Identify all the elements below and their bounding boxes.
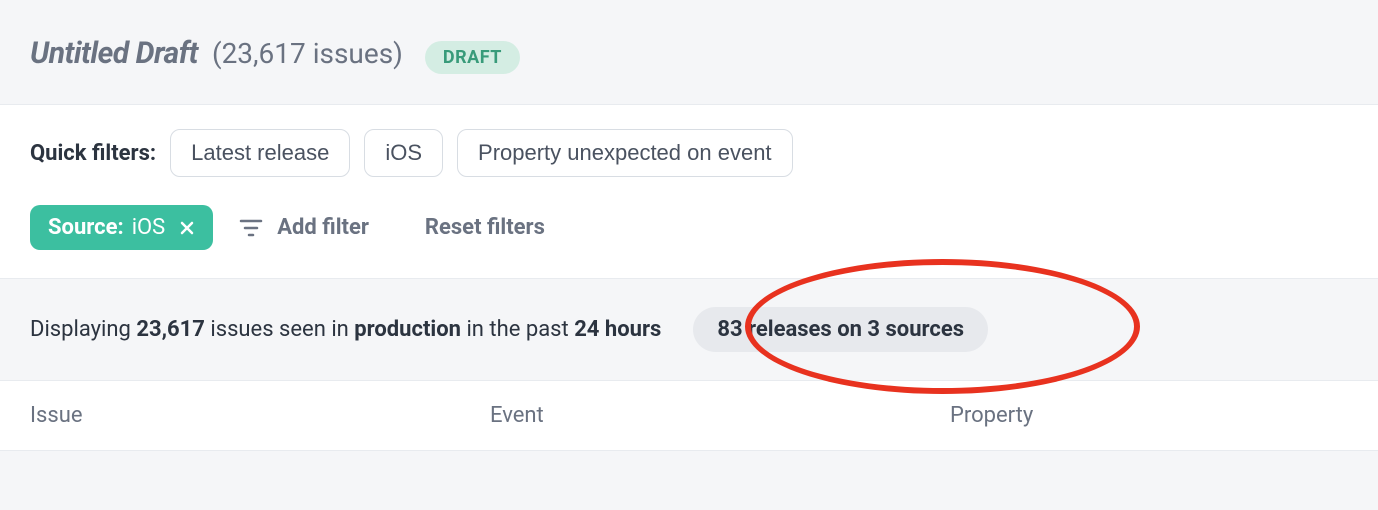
quick-filters-label: Quick filters: xyxy=(30,141,156,166)
active-filter-source[interactable]: Source: iOS xyxy=(30,205,213,250)
issue-count: (23,617 issues) xyxy=(212,37,403,70)
page-header: Untitled Draft (23,617 issues) DRAFT xyxy=(0,0,1378,104)
column-header-issue[interactable]: Issue xyxy=(30,403,490,428)
active-filters-row: Source: iOS Add filter Reset filters xyxy=(30,205,1348,250)
releases-pill[interactable]: 83 releases on 3 sources xyxy=(693,307,988,352)
column-header-event[interactable]: Event xyxy=(490,403,950,428)
summary-period: 24 hours xyxy=(574,317,661,342)
summary-env: production xyxy=(354,317,461,342)
column-header-property[interactable]: Property xyxy=(950,403,1348,428)
active-filter-label: Source: xyxy=(48,215,124,240)
quick-filter-property-unexpected[interactable]: Property unexpected on event xyxy=(457,129,793,177)
page-title: Untitled Draft xyxy=(30,36,198,71)
active-filter-value: iOS xyxy=(132,215,166,240)
draft-badge: DRAFT xyxy=(425,41,520,74)
add-filter-button[interactable]: Add filter xyxy=(239,215,369,240)
close-icon[interactable] xyxy=(179,220,195,236)
filters-panel: Quick filters: Latest release iOS Proper… xyxy=(0,104,1378,279)
summary-count: 23,617 xyxy=(136,317,205,342)
quick-filters-row: Quick filters: Latest release iOS Proper… xyxy=(30,129,1348,177)
summary-bar: Displaying 23,617 issues seen in product… xyxy=(0,279,1378,381)
filter-icon xyxy=(239,217,263,239)
quick-filter-ios[interactable]: iOS xyxy=(364,129,443,177)
summary-text: Displaying 23,617 issues seen in product… xyxy=(30,317,661,342)
table-header-row: Issue Event Property xyxy=(0,381,1378,451)
reset-filters-button[interactable]: Reset filters xyxy=(425,215,545,240)
quick-filter-latest-release[interactable]: Latest release xyxy=(170,129,350,177)
add-filter-label: Add filter xyxy=(277,215,369,240)
